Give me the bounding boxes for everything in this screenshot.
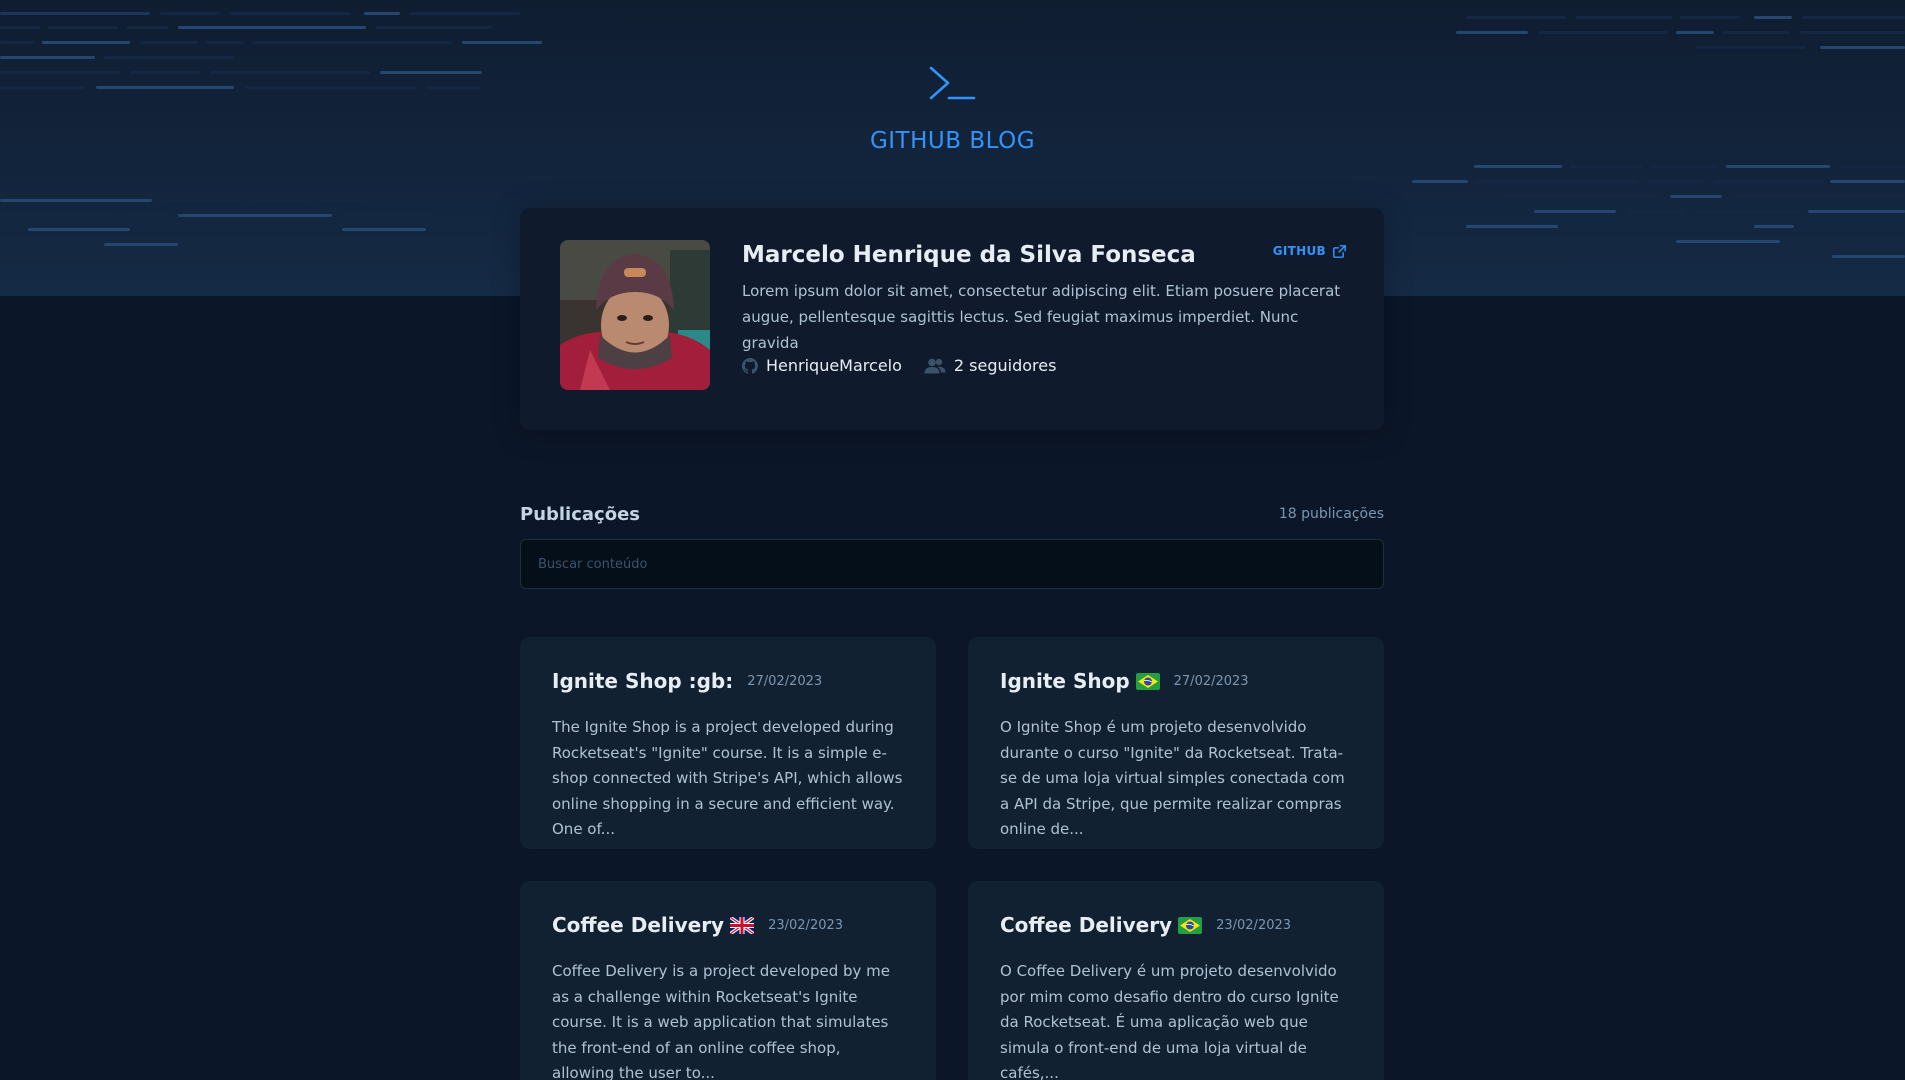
users-icon bbox=[924, 358, 946, 373]
avatar bbox=[560, 240, 710, 390]
post-excerpt: Coffee Delivery is a project developed b… bbox=[552, 962, 891, 1080]
post-date: 27/02/2023 bbox=[747, 673, 823, 689]
post-title: Coffee Delivery bbox=[1000, 913, 1173, 937]
post-header: Coffee Delivery 23/02/2023 bbox=[1000, 913, 1352, 937]
profile-bio: Lorem ipsum dolor sit amet, consectetur … bbox=[742, 282, 1341, 352]
post-header: Ignite Shop :gb: 27/02/2023 bbox=[552, 669, 904, 693]
followers-count: 2 seguidores bbox=[924, 356, 1057, 375]
github-link[interactable]: GITHUB bbox=[1273, 244, 1346, 258]
post-date: 27/02/2023 bbox=[1173, 673, 1249, 689]
post-header: Ignite Shop 27/02/2023 bbox=[1000, 669, 1352, 693]
publications-title: Publicações bbox=[520, 504, 641, 525]
post-title: Ignite Shop :gb: bbox=[552, 669, 734, 693]
post-title-wrap: Coffee Delivery bbox=[1000, 913, 1203, 937]
post-title: Coffee Delivery bbox=[552, 913, 725, 937]
post-card[interactable]: Coffee Delivery 23/02/2023 O Coffee Deli… bbox=[968, 881, 1384, 1080]
profile-name: Marcelo Henrique da Silva Fonseca bbox=[742, 242, 1196, 268]
external-link-icon bbox=[1333, 244, 1346, 258]
brand-title: GITHUB BLOG bbox=[869, 128, 1036, 154]
github-username: HenriqueMarcelo bbox=[742, 356, 902, 375]
brazil-flag-icon bbox=[1135, 673, 1160, 690]
post-title-wrap: Ignite Shop bbox=[1000, 669, 1160, 693]
profile-card: Marcelo Henrique da Silva Fonseca GITHUB… bbox=[520, 208, 1384, 430]
post-card[interactable]: Ignite Shop 27/02/2023 O Ignite Shop é u… bbox=[968, 637, 1384, 849]
post-excerpt: O Ignite Shop é um projeto desenvolvido … bbox=[1000, 718, 1345, 839]
post-title: Ignite Shop bbox=[1000, 669, 1130, 693]
github-icon bbox=[742, 357, 758, 374]
post-excerpt: The Ignite Shop is a project developed d… bbox=[552, 718, 903, 839]
post-date: 23/02/2023 bbox=[768, 917, 844, 933]
post-card[interactable]: Ignite Shop :gb: 27/02/2023 The Ignite S… bbox=[520, 637, 936, 849]
post-excerpt: O Coffee Delivery é um projeto desenvolv… bbox=[1000, 962, 1339, 1080]
post-header: Coffee Delivery 23/02/2023 bbox=[552, 913, 904, 937]
post-card[interactable]: Coffee Delivery 23/02/2023 Coffee Delive… bbox=[520, 881, 936, 1080]
username-label: HenriqueMarcelo bbox=[766, 356, 902, 375]
post-date: 23/02/2023 bbox=[1216, 917, 1292, 933]
github-link-label: GITHUB bbox=[1272, 244, 1326, 258]
page: GITHUB BLOG Marcelo Henrique da Silva Fo… bbox=[0, 0, 1905, 1080]
brazil-flag-icon bbox=[1178, 917, 1203, 934]
uk-flag-icon bbox=[730, 917, 755, 934]
followers-label: 2 seguidores bbox=[953, 356, 1057, 375]
publications-count: 18 publicações bbox=[1278, 506, 1384, 522]
search-input[interactable] bbox=[520, 539, 1384, 589]
terminal-logo-icon bbox=[929, 66, 976, 100]
profile-meta: HenriqueMarcelo 2 seguidores bbox=[742, 356, 1056, 375]
post-title-wrap: Coffee Delivery bbox=[552, 913, 755, 937]
